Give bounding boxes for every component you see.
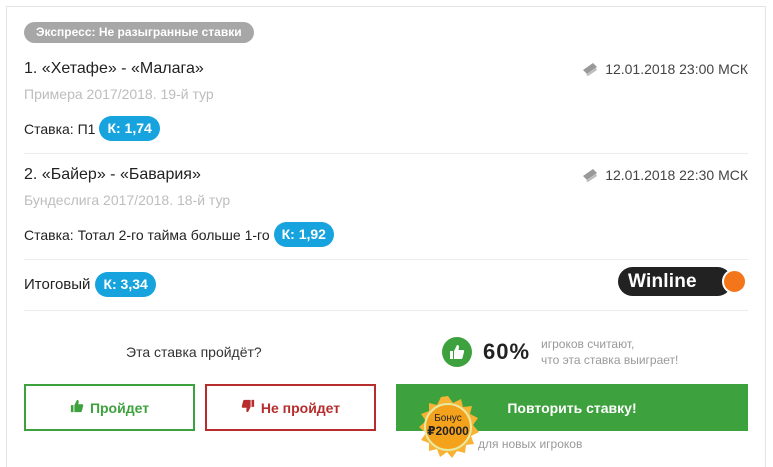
match-title[interactable]: 1. «Хетафе» - «Малага» (24, 60, 204, 78)
match-date: 12.01.2018 22:30 МСК (581, 167, 748, 183)
bonus-note: для новых игроков (478, 437, 583, 451)
calendar-ticket-icon (581, 62, 599, 76)
match-date: 12.01.2018 23:00 МСК (581, 61, 748, 77)
league-name[interactable]: Примера 2017/2018. 19-й тур (24, 86, 214, 102)
poll-question: Эта ставка пройдёт? (126, 344, 262, 360)
stake-label: Ставка: Тотал 2-го тайма больше 1-го (24, 226, 270, 243)
league-name[interactable]: Бундеслига 2017/2018. 18-й тур (24, 192, 230, 208)
match-title[interactable]: 2. «Байер» - «Бавария» (24, 166, 201, 184)
bet-item-1: 1. «Хетафе» - «Малага» 12.01.2018 23:00 … (24, 60, 748, 150)
calendar-ticket-icon (581, 168, 599, 182)
divider (24, 153, 748, 154)
bookmaker-logo[interactable]: Winline (618, 267, 749, 296)
vote-yes-label: Пройдет (89, 399, 150, 416)
stake-row: Ставка: Тотал 2-го тайма больше 1-го К: … (24, 222, 334, 247)
divider (24, 310, 748, 311)
match-date-text: 12.01.2018 22:30 МСК (605, 167, 748, 183)
poll-caption-line1: игроков считают, (541, 337, 635, 351)
total-label: Итоговый (24, 276, 91, 293)
express-tag: Экспресс: Не разыгранные ставки (24, 22, 254, 43)
bonus-badge[interactable]: Бонус ₽20000 (417, 396, 479, 458)
coef-badge: К: 1,92 (273, 222, 334, 247)
bonus-amount: ₽20000 (427, 424, 469, 438)
divider (24, 259, 748, 260)
vote-no-button[interactable]: Не пройдет (205, 384, 376, 431)
bookmaker-dot-icon (722, 269, 747, 294)
poll-result: 60% игроков считают, что эта ставка выиг… (442, 336, 678, 368)
poll-percent: 60% (483, 339, 531, 364)
total-coef-badge: К: 3,34 (95, 272, 156, 297)
vote-no-label: Не пройдет (260, 399, 341, 416)
thumbs-down-icon (241, 399, 255, 416)
bonus-inner: Бонус ₽20000 (424, 403, 472, 451)
vote-yes-button[interactable]: Пройдет (24, 384, 195, 431)
bonus-label: Бонус (434, 413, 462, 424)
poll-caption-line2: что эта ставка выиграет! (541, 353, 679, 367)
stake-label: Ставка: П1 (24, 120, 96, 137)
thumbs-up-icon (442, 337, 472, 367)
repeat-bet-label: Повторить ставку! (507, 399, 637, 416)
thumbs-up-icon (70, 399, 84, 416)
total-row: Итоговый К: 3,34 (24, 272, 156, 297)
stake-row: Ставка: П1 К: 1,74 (24, 116, 160, 141)
match-date-text: 12.01.2018 23:00 МСК (605, 61, 748, 77)
poll-caption: игроков считают, что эта ставка выиграет… (541, 336, 678, 368)
coef-badge: К: 1,74 (99, 116, 160, 141)
bet-item-2: 2. «Байер» - «Бавария» 12.01.2018 22:30 … (24, 166, 748, 256)
bookmaker-name: Winline (618, 267, 732, 296)
